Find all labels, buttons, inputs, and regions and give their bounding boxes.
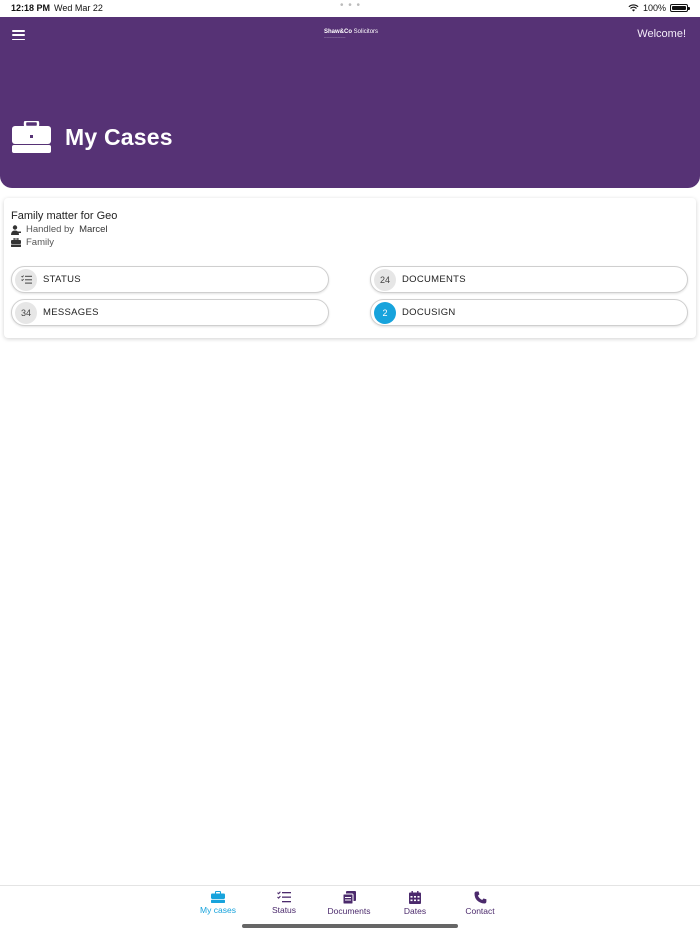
messages-button-label: MESSAGES	[43, 307, 99, 318]
checklist-icon	[277, 891, 291, 903]
phone-icon	[474, 891, 486, 904]
page-heading: My Cases	[12, 121, 173, 153]
home-indicator[interactable]	[242, 924, 458, 928]
handled-by-label: Handled by	[26, 224, 75, 235]
battery-percent: 100%	[642, 3, 666, 13]
nav-contact[interactable]: Contact	[450, 891, 510, 916]
status-date: Wed Mar 22	[54, 3, 103, 13]
handler-name: Marcel	[79, 224, 108, 235]
app-header: Shaw&Co Solicitors ———————— Welcome! My …	[0, 17, 700, 188]
calendar-icon	[409, 891, 421, 904]
nav-label: Contact	[465, 906, 495, 916]
brand-logo: Shaw&Co Solicitors ————————	[324, 29, 379, 39]
case-category: Family	[11, 237, 54, 248]
case-handler: Handled by Marcel	[11, 224, 108, 235]
briefcase-icon	[12, 121, 51, 153]
documents-icon	[342, 891, 356, 904]
nav-label: Documents	[327, 906, 371, 916]
battery-icon	[670, 4, 690, 12]
wifi-icon	[628, 4, 639, 12]
status-right: 100%	[628, 3, 690, 13]
page-title: My Cases	[65, 123, 173, 150]
documents-button[interactable]: 24 DOCUMENTS	[370, 266, 688, 293]
category-icon	[11, 238, 21, 247]
docusign-button-label: DOCUSIGN	[402, 307, 456, 318]
checklist-icon	[20, 275, 32, 284]
case-title: Family matter for Geo	[11, 210, 118, 222]
status-button[interactable]: STATUS	[11, 266, 329, 293]
menu-icon[interactable]	[12, 30, 25, 40]
docusign-count: 2	[374, 301, 396, 324]
documents-button-label: DOCUMENTS	[402, 274, 466, 285]
nav-documents[interactable]: Documents	[319, 891, 379, 916]
docusign-button[interactable]: 2 DOCUSIGN	[370, 299, 688, 326]
category-label: Family	[26, 237, 54, 248]
lawyer-icon	[11, 224, 21, 235]
case-card[interactable]: Family matter for Geo Handled by Marcel …	[4, 198, 696, 338]
documents-count: 24	[374, 268, 396, 291]
briefcase-icon	[211, 891, 225, 903]
nav-dates[interactable]: Dates	[385, 891, 445, 916]
nav-label: My cases	[200, 905, 236, 915]
multitasking-dots[interactable]: • • •	[340, 0, 361, 11]
status-time: 12:18 PM	[11, 3, 51, 13]
nav-my-cases[interactable]: My cases	[188, 891, 248, 915]
messages-button[interactable]: 34 MESSAGES	[11, 299, 329, 326]
status-bar: 12:18 PM Wed Mar 22 • • • 100%	[0, 0, 700, 17]
nav-status[interactable]: Status	[254, 891, 314, 915]
welcome-text[interactable]: Welcome!	[637, 28, 686, 40]
nav-label: Status	[271, 905, 297, 915]
status-circle	[15, 268, 37, 291]
messages-count: 34	[15, 301, 37, 324]
nav-label: Dates	[403, 906, 427, 916]
status-button-label: STATUS	[43, 274, 81, 285]
